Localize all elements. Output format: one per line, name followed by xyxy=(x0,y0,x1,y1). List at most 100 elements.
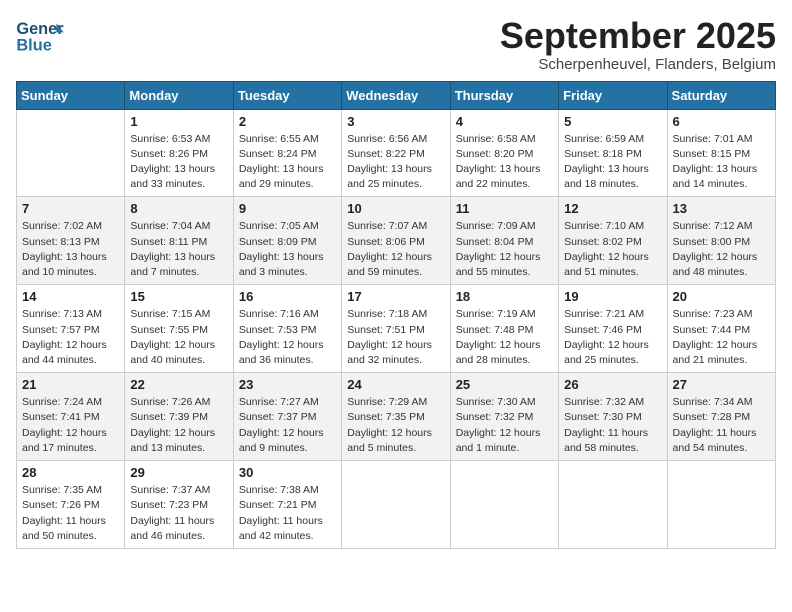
day-info: Sunrise: 7:05 AMSunset: 8:09 PMDaylight:… xyxy=(239,219,336,280)
day-info: Sunrise: 7:38 AMSunset: 7:21 PMDaylight:… xyxy=(239,483,336,544)
day-number: 3 xyxy=(347,114,444,129)
calendar-cell: 2 Sunrise: 6:55 AMSunset: 8:24 PMDaylight… xyxy=(233,109,341,197)
calendar-cell: 24 Sunrise: 7:29 AMSunset: 7:35 PMDayligh… xyxy=(342,373,450,461)
day-number: 22 xyxy=(130,377,227,392)
calendar-cell: 29 Sunrise: 7:37 AMSunset: 7:23 PMDayligh… xyxy=(125,461,233,549)
day-number: 25 xyxy=(456,377,553,392)
calendar-cell xyxy=(559,461,667,549)
calendar-cell: 16Sunrise: 7:16 AMSunset: 7:53 PMDayligh… xyxy=(233,285,341,373)
calendar-cell: 19 Sunrise: 7:21 AMSunset: 7:46 PMDayligh… xyxy=(559,285,667,373)
calendar-cell: 14 Sunrise: 7:13 AMSunset: 7:57 PMDayligh… xyxy=(17,285,125,373)
day-number: 8 xyxy=(130,201,227,216)
day-number: 11 xyxy=(456,201,553,216)
day-info: Sunrise: 7:07 AMSunset: 8:06 PMDaylight:… xyxy=(347,219,444,280)
day-info: Sunrise: 7:35 AMSunset: 7:26 PMDaylight:… xyxy=(22,483,119,544)
calendar-cell: 11 Sunrise: 7:09 AMSunset: 8:04 PMDayligh… xyxy=(450,197,558,285)
day-info: Sunrise: 7:26 AMSunset: 7:39 PMDaylight:… xyxy=(130,395,227,456)
weekday-header-friday: Friday xyxy=(559,81,667,109)
day-number: 29 xyxy=(130,465,227,480)
day-info: Sunrise: 7:13 AMSunset: 7:57 PMDaylight:… xyxy=(22,307,119,368)
day-info: Sunrise: 7:10 AMSunset: 8:02 PMDaylight:… xyxy=(564,219,661,280)
month-title: September 2025 xyxy=(500,16,776,56)
day-number: 13 xyxy=(673,201,770,216)
day-info: Sunrise: 7:02 AMSunset: 8:13 PMDaylight:… xyxy=(22,219,119,280)
day-info: Sunrise: 7:01 AMSunset: 8:15 PMDaylight:… xyxy=(673,132,770,193)
day-number: 2 xyxy=(239,114,336,129)
calendar-cell: 4 Sunrise: 6:58 AMSunset: 8:20 PMDaylight… xyxy=(450,109,558,197)
day-number: 26 xyxy=(564,377,661,392)
calendar-cell: 6 Sunrise: 7:01 AMSunset: 8:15 PMDaylight… xyxy=(667,109,775,197)
calendar-cell: 22 Sunrise: 7:26 AMSunset: 7:39 PMDayligh… xyxy=(125,373,233,461)
calendar-cell: 18Sunrise: 7:19 AMSunset: 7:48 PMDayligh… xyxy=(450,285,558,373)
day-info: Sunrise: 7:30 AMSunset: 7:32 PMDaylight:… xyxy=(456,395,553,456)
weekday-header-row: SundayMondayTuesdayWednesdayThursdayFrid… xyxy=(17,81,776,109)
calendar-week-row: 7 Sunrise: 7:02 AMSunset: 8:13 PMDaylight… xyxy=(17,197,776,285)
day-number: 16 xyxy=(239,289,336,304)
day-number: 28 xyxy=(22,465,119,480)
calendar-week-row: 21 Sunrise: 7:24 AMSunset: 7:41 PMDayligh… xyxy=(17,373,776,461)
calendar-cell: 21 Sunrise: 7:24 AMSunset: 7:41 PMDayligh… xyxy=(17,373,125,461)
day-number: 15 xyxy=(130,289,227,304)
day-info: Sunrise: 7:29 AMSunset: 7:35 PMDaylight:… xyxy=(347,395,444,456)
day-number: 23 xyxy=(239,377,336,392)
day-number: 4 xyxy=(456,114,553,129)
weekday-header-saturday: Saturday xyxy=(667,81,775,109)
day-info: Sunrise: 7:24 AMSunset: 7:41 PMDaylight:… xyxy=(22,395,119,456)
calendar-cell: 13 Sunrise: 7:12 AMSunset: 8:00 PMDayligh… xyxy=(667,197,775,285)
weekday-header-sunday: Sunday xyxy=(17,81,125,109)
calendar-cell xyxy=(667,461,775,549)
calendar-cell: 8Sunrise: 7:04 AMSunset: 8:11 PMDaylight… xyxy=(125,197,233,285)
day-info: Sunrise: 6:58 AMSunset: 8:20 PMDaylight:… xyxy=(456,132,553,193)
day-number: 9 xyxy=(239,201,336,216)
calendar-cell: 15 Sunrise: 7:15 AMSunset: 7:55 PMDayligh… xyxy=(125,285,233,373)
calendar-cell: 25 Sunrise: 7:30 AMSunset: 7:32 PMDayligh… xyxy=(450,373,558,461)
day-info: Sunrise: 7:34 AMSunset: 7:28 PMDaylight:… xyxy=(673,395,770,456)
day-number: 5 xyxy=(564,114,661,129)
calendar-week-row: 1 Sunrise: 6:53 AMSunset: 8:26 PMDaylight… xyxy=(17,109,776,197)
calendar-cell: 12 Sunrise: 7:10 AMSunset: 8:02 PMDayligh… xyxy=(559,197,667,285)
day-number: 1 xyxy=(130,114,227,129)
day-info: Sunrise: 7:12 AMSunset: 8:00 PMDaylight:… xyxy=(673,219,770,280)
weekday-header-wednesday: Wednesday xyxy=(342,81,450,109)
day-number: 24 xyxy=(347,377,444,392)
calendar-cell: 26 Sunrise: 7:32 AMSunset: 7:30 PMDayligh… xyxy=(559,373,667,461)
calendar-cell: 30 Sunrise: 7:38 AMSunset: 7:21 PMDayligh… xyxy=(233,461,341,549)
day-number: 6 xyxy=(673,114,770,129)
day-info: Sunrise: 7:27 AMSunset: 7:37 PMDaylight:… xyxy=(239,395,336,456)
day-number: 7 xyxy=(22,201,119,216)
day-number: 20 xyxy=(673,289,770,304)
day-info: Sunrise: 7:32 AMSunset: 7:30 PMDaylight:… xyxy=(564,395,661,456)
day-info: Sunrise: 6:59 AMSunset: 8:18 PMDaylight:… xyxy=(564,132,661,193)
weekday-header-thursday: Thursday xyxy=(450,81,558,109)
calendar-cell xyxy=(450,461,558,549)
page-header: General Blue September 2025 Scherpenheuv… xyxy=(16,16,776,73)
calendar-cell: 20Sunrise: 7:23 AMSunset: 7:44 PMDayligh… xyxy=(667,285,775,373)
logo: General Blue xyxy=(16,16,68,56)
day-info: Sunrise: 7:15 AMSunset: 7:55 PMDaylight:… xyxy=(130,307,227,368)
weekday-header-monday: Monday xyxy=(125,81,233,109)
day-number: 27 xyxy=(673,377,770,392)
calendar-cell: 1 Sunrise: 6:53 AMSunset: 8:26 PMDaylight… xyxy=(125,109,233,197)
day-number: 21 xyxy=(22,377,119,392)
title-area: September 2025 Scherpenheuvel, Flanders,… xyxy=(500,16,776,73)
day-number: 19 xyxy=(564,289,661,304)
calendar-cell: 10Sunrise: 7:07 AMSunset: 8:06 PMDayligh… xyxy=(342,197,450,285)
calendar-week-row: 28 Sunrise: 7:35 AMSunset: 7:26 PMDayligh… xyxy=(17,461,776,549)
day-number: 12 xyxy=(564,201,661,216)
calendar-table: SundayMondayTuesdayWednesdayThursdayFrid… xyxy=(16,81,776,549)
calendar-cell: 9 Sunrise: 7:05 AMSunset: 8:09 PMDaylight… xyxy=(233,197,341,285)
day-info: Sunrise: 7:09 AMSunset: 8:04 PMDaylight:… xyxy=(456,219,553,280)
day-info: Sunrise: 7:37 AMSunset: 7:23 PMDaylight:… xyxy=(130,483,227,544)
calendar-cell: 5 Sunrise: 6:59 AMSunset: 8:18 PMDaylight… xyxy=(559,109,667,197)
day-number: 30 xyxy=(239,465,336,480)
day-info: Sunrise: 6:55 AMSunset: 8:24 PMDaylight:… xyxy=(239,132,336,193)
calendar-cell: 27 Sunrise: 7:34 AMSunset: 7:28 PMDayligh… xyxy=(667,373,775,461)
location-subtitle: Scherpenheuvel, Flanders, Belgium xyxy=(500,56,776,73)
calendar-week-row: 14 Sunrise: 7:13 AMSunset: 7:57 PMDayligh… xyxy=(17,285,776,373)
day-number: 17 xyxy=(347,289,444,304)
day-info: Sunrise: 6:53 AMSunset: 8:26 PMDaylight:… xyxy=(130,132,227,193)
calendar-cell: 28 Sunrise: 7:35 AMSunset: 7:26 PMDayligh… xyxy=(17,461,125,549)
day-number: 14 xyxy=(22,289,119,304)
day-info: Sunrise: 7:21 AMSunset: 7:46 PMDaylight:… xyxy=(564,307,661,368)
day-number: 18 xyxy=(456,289,553,304)
